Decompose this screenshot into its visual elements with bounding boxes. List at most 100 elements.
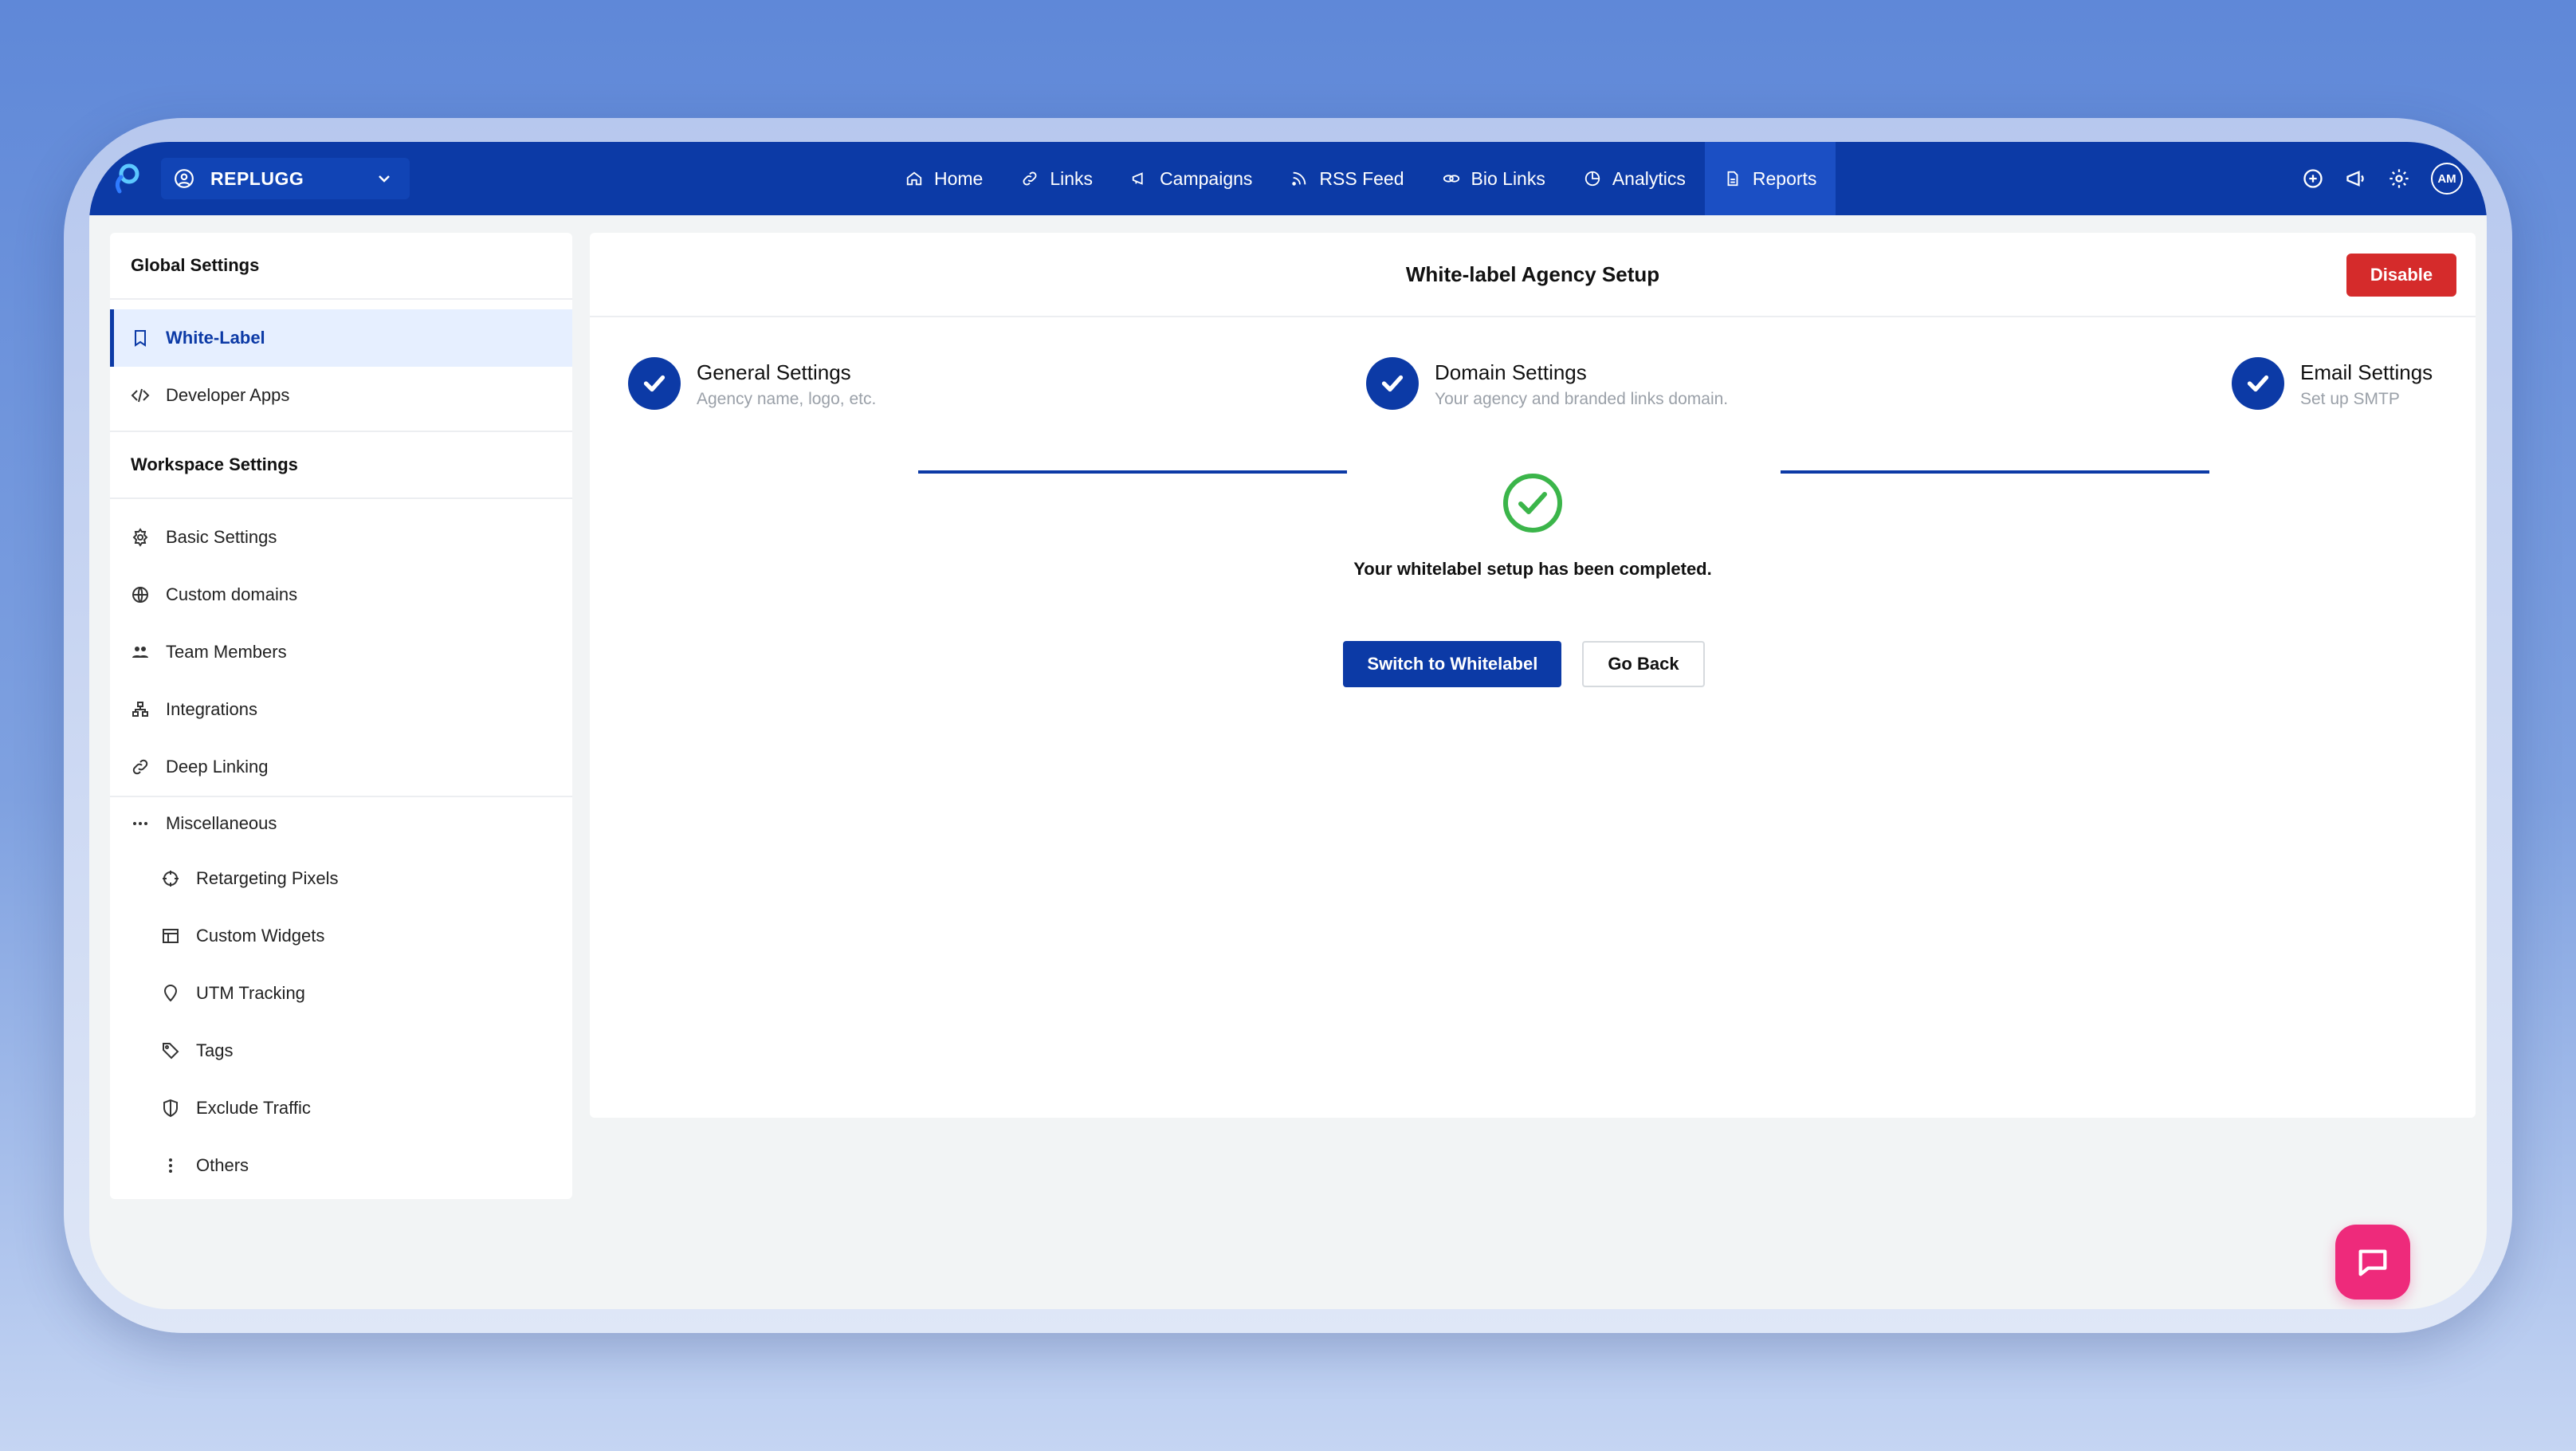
sidebar-item-tags[interactable]: Tags bbox=[110, 1022, 572, 1079]
sidebar-item-custom-domains[interactable]: Custom domains bbox=[110, 566, 572, 623]
team-icon bbox=[132, 647, 148, 658]
more-vertical-icon bbox=[169, 1158, 172, 1173]
sidebar-item-label: White-Label bbox=[166, 328, 265, 348]
code-icon bbox=[131, 388, 150, 403]
more-horizontal-icon bbox=[133, 822, 147, 825]
nav-campaigns-label: Campaigns bbox=[1160, 167, 1253, 189]
chat-support-button[interactable] bbox=[2335, 1225, 2410, 1300]
integrations-icon bbox=[132, 702, 148, 717]
main-nav: Home Links Campaigns RSS Feed Bio Links … bbox=[886, 142, 1836, 215]
workspace-name: REPLUGG bbox=[210, 167, 304, 189]
action-buttons: Switch to Whitelabel Go Back bbox=[590, 641, 2476, 687]
nav-links-label: Links bbox=[1050, 167, 1094, 189]
checkmark-icon bbox=[2247, 375, 2269, 392]
rss-icon bbox=[1292, 171, 1306, 186]
megaphone-icon bbox=[1132, 172, 1143, 185]
sidebar-item-label: Tags bbox=[196, 1040, 234, 1060]
nav-bio-links-label: Bio Links bbox=[1471, 167, 1545, 189]
switch-to-whitelabel-button[interactable]: Switch to Whitelabel bbox=[1343, 641, 1562, 687]
success-message: Your whitelabel setup has been completed… bbox=[1353, 559, 1712, 579]
add-circle-icon[interactable] bbox=[2302, 167, 2324, 190]
sidebar-item-basic-settings[interactable]: Basic Settings bbox=[110, 509, 572, 566]
replug-logo-icon[interactable] bbox=[107, 159, 145, 198]
globe-icon bbox=[132, 587, 148, 603]
nav-links[interactable]: Links bbox=[1002, 142, 1112, 215]
sidebar-item-label: Custom domains bbox=[166, 584, 298, 604]
step-domain-settings[interactable]: Domain Settings Your agency and branded … bbox=[1366, 357, 1728, 410]
step-email-settings[interactable]: Email Settings Set up SMTP bbox=[2232, 357, 2433, 410]
user-circle-icon bbox=[175, 169, 194, 188]
sidebar-item-developer-apps[interactable]: Developer Apps bbox=[110, 367, 572, 424]
announcement-icon[interactable] bbox=[2345, 167, 2367, 190]
gear-icon bbox=[132, 528, 148, 547]
step-general-settings[interactable]: General Settings Agency name, logo, etc. bbox=[628, 357, 876, 410]
nav-bio-links[interactable]: Bio Links bbox=[1423, 142, 1565, 215]
shield-icon bbox=[163, 1099, 178, 1118]
sidebar-item-deep-linking[interactable]: Deep Linking bbox=[110, 738, 572, 796]
link-icon bbox=[1023, 171, 1037, 186]
sidebar-item-label: Team Members bbox=[166, 642, 287, 662]
sidebar-item-miscellaneous[interactable]: Miscellaneous bbox=[110, 797, 572, 850]
pin-icon bbox=[163, 985, 178, 1002]
sidebar-item-label: Basic Settings bbox=[166, 527, 277, 547]
sidebar-item-custom-widgets[interactable]: Custom Widgets bbox=[110, 907, 572, 965]
chevron-down-icon bbox=[379, 175, 390, 183]
go-back-button[interactable]: Go Back bbox=[1582, 641, 1705, 687]
gear-icon[interactable] bbox=[2388, 167, 2410, 190]
tag-icon bbox=[163, 1043, 179, 1060]
sidebar-item-utm-tracking[interactable]: UTM Tracking bbox=[110, 965, 572, 1022]
app-window: REPLUGG Home Links Campaigns RSS Feed Bi… bbox=[89, 142, 2487, 1309]
sidebar-item-team-members[interactable]: Team Members bbox=[110, 623, 572, 681]
sidebar-item-label: Exclude Traffic bbox=[196, 1098, 311, 1118]
global-settings-heading: Global Settings bbox=[110, 233, 572, 300]
sidebar-item-label: UTM Tracking bbox=[196, 983, 305, 1003]
report-icon bbox=[1727, 171, 1738, 187]
nav-home[interactable]: Home bbox=[886, 142, 1002, 215]
sidebar-item-white-label[interactable]: White-Label bbox=[110, 309, 572, 367]
nav-reports-label: Reports bbox=[1752, 167, 1817, 189]
nav-campaigns[interactable]: Campaigns bbox=[1112, 142, 1271, 215]
link-icon bbox=[132, 759, 148, 775]
nav-rss-feed[interactable]: RSS Feed bbox=[1271, 142, 1423, 215]
home-icon bbox=[906, 171, 922, 186]
sidebar-item-label: Retargeting Pixels bbox=[196, 868, 339, 888]
nav-reports[interactable]: Reports bbox=[1704, 142, 1836, 215]
sidebar-item-integrations[interactable]: Integrations bbox=[110, 681, 572, 738]
widget-icon bbox=[163, 929, 179, 943]
crosshair-icon bbox=[163, 871, 179, 887]
disable-button[interactable]: Disable bbox=[2346, 254, 2456, 297]
bookmark-icon bbox=[135, 330, 146, 347]
workspace-settings-heading: Workspace Settings bbox=[110, 432, 572, 499]
check-circle-icon bbox=[1503, 474, 1562, 533]
step-complete-indicator bbox=[1366, 357, 1419, 410]
sidebar-item-others[interactable]: Others bbox=[110, 1137, 572, 1194]
step-complete-indicator bbox=[2232, 357, 2284, 410]
success-message-block: Your whitelabel setup has been completed… bbox=[590, 472, 2476, 580]
nav-analytics[interactable]: Analytics bbox=[1565, 142, 1705, 215]
panel-header: White-label Agency Setup Disable bbox=[590, 233, 2476, 317]
nav-analytics-label: Analytics bbox=[1612, 167, 1686, 189]
nav-actions: AM bbox=[2302, 142, 2463, 215]
sidebar-item-exclude-traffic[interactable]: Exclude Traffic bbox=[110, 1079, 572, 1137]
settings-sidebar: Global Settings White-Label Developer Ap… bbox=[110, 233, 572, 1199]
step-subtitle: Set up SMTP bbox=[2300, 390, 2400, 408]
page-title: White-label Agency Setup bbox=[1405, 261, 1660, 286]
sidebar-item-label: Developer Apps bbox=[166, 385, 290, 405]
sidebar-item-retargeting-pixels[interactable]: Retargeting Pixels bbox=[110, 850, 572, 907]
sidebar-item-label: Deep Linking bbox=[166, 757, 269, 777]
nav-home-label: Home bbox=[934, 167, 984, 189]
user-avatar[interactable]: AM bbox=[2431, 163, 2463, 195]
setup-stepper: General Settings Agency name, logo, etc.… bbox=[590, 317, 2476, 474]
nav-rss-feed-label: RSS Feed bbox=[1319, 167, 1404, 189]
top-navbar: REPLUGG Home Links Campaigns RSS Feed Bi… bbox=[89, 142, 2487, 215]
sidebar-item-label: Others bbox=[196, 1155, 249, 1175]
workspace-selector[interactable]: REPLUGG bbox=[161, 158, 410, 199]
step-title: Domain Settings bbox=[1435, 360, 1587, 384]
step-complete-indicator bbox=[628, 357, 681, 410]
chat-bubble-icon bbox=[2358, 1249, 2387, 1276]
analytics-icon bbox=[1584, 171, 1600, 187]
checkmark-icon bbox=[643, 375, 666, 392]
checkmark-icon bbox=[1381, 375, 1404, 392]
sidebar-item-label: Miscellaneous bbox=[166, 813, 277, 833]
whitelabel-setup-panel: White-label Agency Setup Disable General… bbox=[590, 233, 2476, 1118]
